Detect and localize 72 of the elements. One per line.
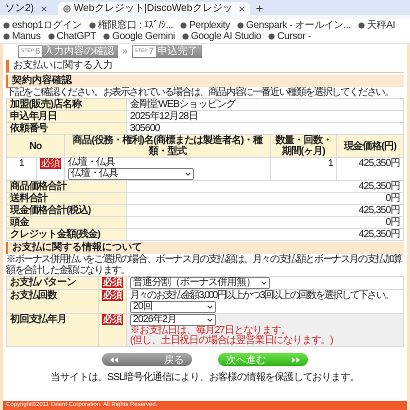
hint-text: 月々のお支払金額3,000円以上かつ3回以上の回数を選択して下さい。 [130,290,394,301]
browser-tab[interactable]: Webクレジット|DiscoWebクレジッ [58,2,250,15]
bookmark[interactable]: Cursor - [268,31,311,42]
row-label: お支払パターン [7,277,99,289]
table-cell-text: 425,350円 [358,158,401,171]
bookmark[interactable]: Perplexity [180,20,230,31]
site-icon [48,33,55,40]
dropdown[interactable]: 普通分割（ボーナス併用無） [130,277,270,289]
column-header: 数量・回数・期間(ヶ月) [271,135,337,157]
section-heading: 契約内容確認 [6,75,404,87]
new-tab-icon[interactable] [256,5,264,12]
table-cell-text: 0円 [384,217,401,228]
bookmark[interactable]: ChatGPT [48,31,96,42]
row-label: 申込年月日 [7,111,127,122]
warning-text: ※お支払日は、毎月27日となります。 [130,326,290,336]
category-label: 仏壇・仏具 [68,158,116,168]
row-label: 送料合計 [7,193,127,204]
row-label: 現金価格合計(税込) [7,205,127,216]
bookmark[interactable]: Google AI Studio [182,31,262,42]
required-badge: 必須 [102,314,123,325]
bookmark[interactable]: Google Gemini [103,31,175,42]
instruction-text: 下記をご確認ください。お表示されている場合は、商品内容に一番近い種類を選択してください。 [6,87,394,98]
row-label: 加盟(販売)店名称 [7,99,127,110]
bookmark[interactable]: 権限窓口 : ｴｽﾞ/ｼ... [88,20,174,31]
close-icon[interactable] [239,6,246,12]
table-cell-text: 425,350円 [358,229,401,240]
warning-text: (但し、土日祝日の場合は翌営業日になります。) [130,336,334,346]
dropdown[interactable]: 20回 [130,301,216,313]
double-left-arrow-icon [110,356,119,362]
browser-tab[interactable]: ソン2) [0,2,52,15]
table-cell: 1 [7,158,37,180]
caret-icon [261,281,268,285]
product-dropdown[interactable]: 仏壇・仏具 [68,168,194,180]
bookmark[interactable]: 天秤AI [358,20,396,31]
double-right-arrow-icon [291,356,300,362]
table-cell-text: 425,350円 [358,181,401,192]
caret-icon [207,318,213,322]
required-badge: 必須 [102,290,123,301]
row-label: 頭金 [7,217,127,228]
required-badge: 必須 [40,158,61,169]
site-icon [236,22,244,29]
caret-icon [207,305,213,309]
bookmark[interactable]: Manus [3,31,41,42]
globe-icon [62,4,71,12]
row-label: 商品価格合計 [7,181,127,192]
caret-icon [185,172,191,176]
dropdown[interactable]: 2026年2月 [130,314,216,326]
row-label: クレジット金額(残金) [7,229,127,240]
table-cell-text: 金剛堂WEBショッピング [129,99,237,110]
table-cell-text: 425,350円 [358,205,401,216]
bookmark[interactable]: Genspark - オールイン... [236,20,351,31]
table-cell-text: 2025年12月28日 [129,111,199,122]
section-heading: お支払に関する情報について [6,242,404,254]
bookmark[interactable]: eshop1ログイン [3,20,82,31]
row-label: 依頼番号 [7,123,127,134]
table-cell-text: 305600 [129,123,161,134]
column-header: No [7,135,65,157]
site-icon [268,33,276,40]
table-cell-text: 0円 [384,193,401,204]
security-note: 当サイトは、SSL暗号化通信により、お客様の情報を保護しております。 [50,372,360,383]
step-separator: » [122,46,128,57]
required-badge: 必須 [102,277,123,288]
table-cell: 1 [271,158,337,180]
instruction-text: ※ボーナス併用払いをご選択の場合、ボーナス月の支払額は、月々の支払額とボーナス月の支払加算額を合計した金額になります。 [6,254,404,276]
row-label: お支払回数 [7,290,99,313]
site-icon [358,22,365,29]
column-header: 現金価格(円) [337,135,403,157]
row-label: 初回支払年月 [7,314,99,346]
step-title: 入力内容の確認 [44,46,114,57]
column-header: 商品(役務・権利)名(商標または製造者名)・種類・型式 [65,135,271,157]
close-icon[interactable] [40,6,47,12]
step-title: 申込完了 [158,46,198,57]
